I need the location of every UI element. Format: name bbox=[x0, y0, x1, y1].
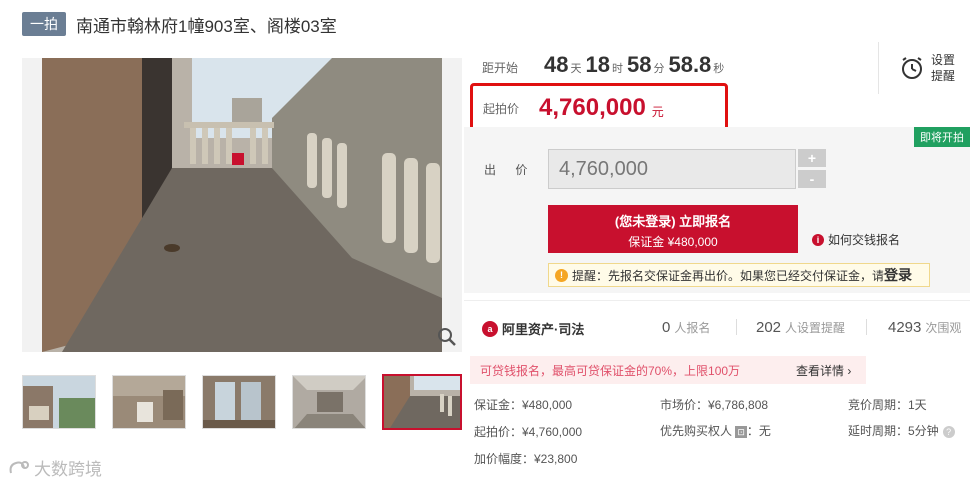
title-bar: 一拍 南通市翰林府1幢903室、阁楼03室 bbox=[22, 12, 337, 36]
info-priority-buyer: 优先购买权人 ⊡ ：无 bbox=[660, 422, 771, 439]
stats-row: a 阿里资产·司法 0 人报名 202 人设置提醒 4293 次围观 bbox=[464, 300, 970, 356]
info-priority-label: 优先购买权人 bbox=[660, 424, 733, 438]
loan-promo-bar: 可贷钱报名，最高可贷保证金的70%，上限100万 查看详情 › bbox=[470, 356, 866, 384]
start-price-highlight: 起拍价 4,760,000 元 bbox=[470, 83, 728, 133]
start-price-label: 起拍价 bbox=[483, 101, 520, 116]
signup-button[interactable]: (您未登录) 立即报名 保证金 ¥480,000 bbox=[548, 205, 798, 253]
countdown-seconds: 58.8 bbox=[668, 52, 712, 77]
countdown-label: 距开始 bbox=[482, 61, 519, 75]
info-icon: i bbox=[812, 233, 824, 246]
login-link[interactable]: 登录 bbox=[884, 265, 912, 285]
alarm-clock-icon bbox=[902, 57, 922, 79]
page-title: 南通市翰林府1幢903室、阁楼03室 bbox=[76, 16, 337, 36]
balcony-photo bbox=[22, 58, 462, 352]
watermark-logo-icon bbox=[9, 460, 29, 473]
countdown-minutes: 58 bbox=[626, 52, 652, 77]
remind-label-1: 设置 bbox=[931, 53, 956, 67]
thumbnail-5-active[interactable] bbox=[382, 374, 462, 430]
start-price-value: 4,760,000 bbox=[539, 94, 646, 121]
view-details-label: 查看详情 bbox=[796, 363, 845, 378]
login-tip: ! 提醒：先报名交保证金再出价。如果您已经交付保证金，请 登录 bbox=[548, 263, 930, 287]
platform-logo: a 阿里资产·司法 bbox=[482, 319, 584, 338]
priority-info-icon[interactable]: ⊡ bbox=[735, 425, 747, 438]
thumbnail-2[interactable] bbox=[112, 375, 186, 429]
countdown-days: 48 bbox=[544, 52, 569, 77]
stat-divider bbox=[866, 319, 867, 335]
thumbnail-strip bbox=[22, 374, 462, 430]
zoom-icon[interactable] bbox=[436, 326, 458, 348]
bid-label: 出 价 bbox=[484, 163, 536, 177]
info-start-price: 起拍价：¥4,760,000 bbox=[474, 425, 583, 439]
countdown-days-unit: 天 bbox=[570, 63, 582, 75]
stat-reminders-value: 202 bbox=[756, 319, 782, 336]
stat-reminders-label: 人设置提醒 bbox=[785, 321, 846, 335]
thumbnail-3[interactable] bbox=[202, 375, 276, 429]
countdown-seconds-unit: 秒 bbox=[713, 63, 725, 75]
countdown-hours: 18 bbox=[585, 52, 610, 77]
signup-button-label: (您未登录) 立即报名 bbox=[614, 214, 732, 229]
chevron-right-icon: › bbox=[847, 363, 852, 378]
stat-reminders: 202 人设置提醒 bbox=[756, 319, 845, 336]
stat-signups-label: 人报名 bbox=[674, 321, 711, 335]
info-increment: 加价幅度：¥23,800 bbox=[474, 452, 578, 466]
info-deposit: 保证金：¥480,000 bbox=[474, 398, 573, 412]
bid-amount-input[interactable]: 4,760,000 bbox=[548, 149, 796, 189]
countdown-minutes-unit: 分 bbox=[653, 63, 665, 75]
info-bid-cycle: 竞价周期：1天 bbox=[848, 398, 927, 412]
status-badge: 即将开拍 bbox=[914, 127, 970, 147]
how-to-signup-link[interactable]: i 如何交钱报名 bbox=[812, 231, 900, 248]
stat-signups: 0 人报名 bbox=[662, 319, 710, 336]
signup-deposit-label: 保证金 ¥480,000 bbox=[628, 235, 718, 249]
countdown-hours-unit: 时 bbox=[611, 63, 623, 75]
stat-divider bbox=[736, 319, 737, 335]
thumbnail-1[interactable] bbox=[22, 375, 96, 429]
stat-views-value: 4293 bbox=[888, 319, 922, 336]
info-priority-value: ：无 bbox=[746, 424, 771, 438]
bulb-icon: ! bbox=[555, 268, 568, 282]
stat-views: 4293 次围观 bbox=[888, 319, 961, 336]
start-price-unit: 元 bbox=[651, 104, 664, 119]
tip-text: 提醒：先报名交保证金再出价。如果您已经交付保证金，请 bbox=[572, 268, 885, 283]
thumbnail-4[interactable] bbox=[292, 375, 366, 429]
auction-round-tag: 一拍 bbox=[22, 12, 66, 36]
view-details-link[interactable]: 查看详情 › bbox=[796, 362, 851, 379]
watermark: 大数跨境 bbox=[8, 455, 102, 480]
bid-increase-button[interactable]: + bbox=[798, 149, 826, 167]
loan-promo-text: 可贷钱报名，最高可贷保证金的70%，上限100万 bbox=[480, 363, 741, 378]
countdown: 距开始 48 天 18 时 58 分 58.8 秒 bbox=[482, 52, 728, 78]
bid-panel: 出 价 4,760,000 + - (您未登录) 立即报名 保证金 ¥480,0… bbox=[464, 127, 970, 293]
stat-views-label: 次围观 bbox=[925, 321, 962, 335]
stat-signups-value: 0 bbox=[662, 319, 671, 336]
ali-logo-icon: a bbox=[482, 320, 498, 337]
platform-name: 阿里资产·司法 bbox=[502, 322, 585, 337]
remind-label-2: 提醒 bbox=[931, 69, 956, 83]
help-icon[interactable]: ? bbox=[942, 425, 955, 438]
set-reminder-button[interactable]: 设置 提醒 bbox=[878, 42, 955, 94]
info-delay-cycle: 延时周期：5分钟? bbox=[848, 422, 955, 439]
bid-decrease-button[interactable]: - bbox=[798, 170, 826, 188]
how-to-signup-text: 如何交钱报名 bbox=[828, 233, 901, 247]
info-delay-text: 延时周期：5分钟 bbox=[848, 424, 939, 438]
watermark-text: 大数跨境 bbox=[34, 460, 102, 479]
info-market-price: 市场价：¥6,786,808 bbox=[660, 398, 769, 412]
main-photo[interactable] bbox=[22, 58, 462, 352]
